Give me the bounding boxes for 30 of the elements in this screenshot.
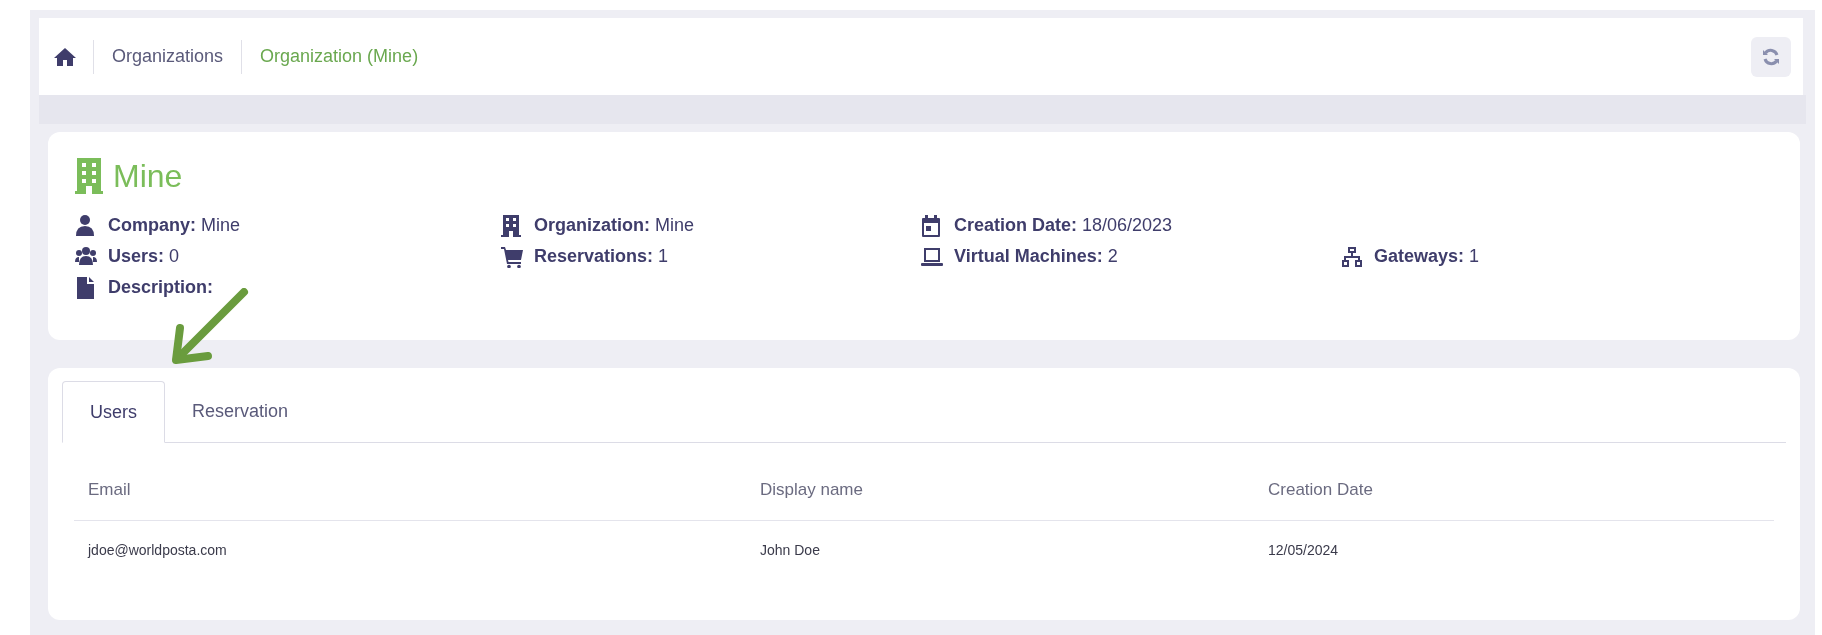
detail-text: Company: Mine xyxy=(108,214,241,237)
person-icon xyxy=(75,214,97,237)
detail-text: Gateways: 1 xyxy=(1374,245,1480,268)
building-icon xyxy=(75,158,103,194)
refresh-button[interactable] xyxy=(1751,36,1791,77)
detail-text: Organization: Mine xyxy=(534,214,694,237)
detail-text: Virtual Machines: 2 xyxy=(954,245,1118,268)
detail-text: Reservations: 1 xyxy=(534,245,669,268)
detail-text: Description: xyxy=(108,276,213,299)
breadcrumb-link[interactable]: Organizations xyxy=(112,43,224,70)
calendar-icon xyxy=(921,214,943,237)
laptop-icon xyxy=(921,245,943,268)
organization-title: Mine xyxy=(113,157,183,196)
table-cell-text: John Doe xyxy=(760,540,821,560)
column-header: Email xyxy=(88,478,132,501)
detail-text: Users: 0 xyxy=(108,245,180,268)
detail-text: Creation Date: 18/06/2023 xyxy=(954,214,1173,237)
file-icon xyxy=(75,276,97,299)
column-header: Display name xyxy=(760,478,864,501)
tab[interactable]: Users xyxy=(62,381,165,443)
network-icon xyxy=(1341,245,1363,268)
building-icon xyxy=(501,214,523,237)
home-icon[interactable] xyxy=(53,46,77,67)
table-cell-text: 12/05/2024 xyxy=(1268,540,1340,560)
cart-icon xyxy=(501,245,523,268)
table-cell-text: jdoe@worldposta.com xyxy=(88,540,228,560)
tab[interactable]: Reservation xyxy=(165,380,316,442)
refresh-icon xyxy=(1762,47,1780,66)
users-icon xyxy=(75,245,97,268)
column-header: Creation Date xyxy=(1268,478,1374,501)
